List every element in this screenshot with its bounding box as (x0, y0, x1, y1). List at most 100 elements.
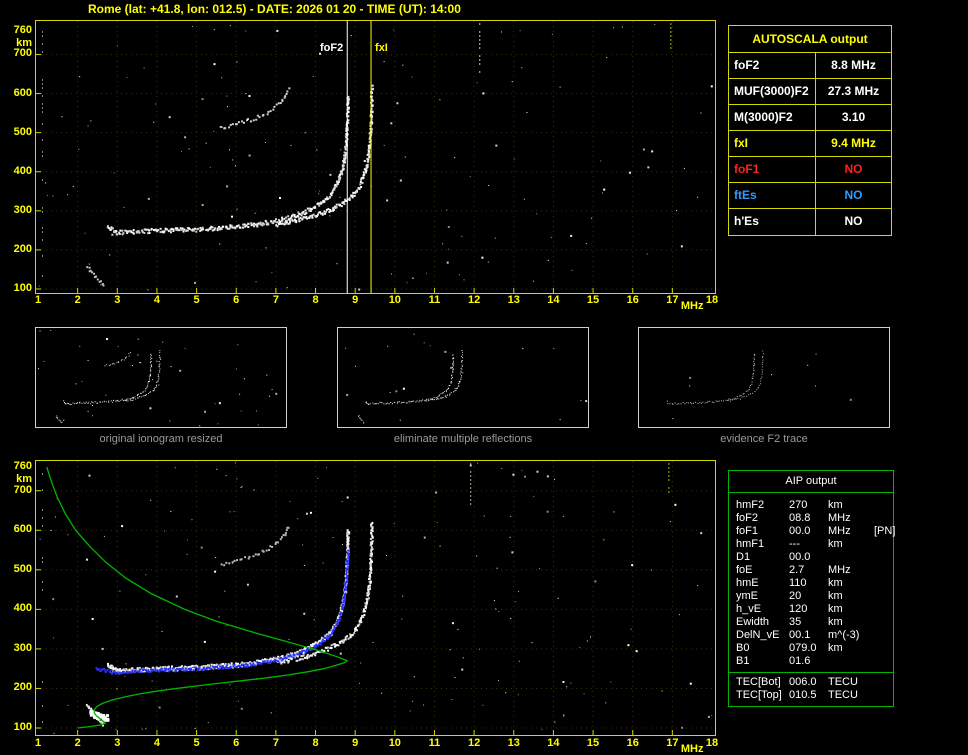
aip-unit: TECU (828, 689, 858, 701)
x-axis-label: 5 (193, 294, 200, 306)
x-axis-label: 10 (388, 294, 401, 306)
aip-note (874, 689, 889, 702)
aip-note: [PN] (874, 525, 896, 537)
autoscala-table-rows: foF2 8.8 MHz MUF(3000)F2 27.3 MHz M(3000)F2 3… (729, 53, 891, 235)
aip-row: foE 2.7 MHz (736, 564, 889, 577)
aip-value: 010.5 (789, 689, 817, 701)
aip-note (874, 564, 889, 577)
aip-unit: km (828, 577, 843, 589)
x-axis-label: 14 (547, 737, 560, 749)
param-value: 3.10 (841, 110, 866, 124)
aip-row: foF1 00.0 MHz [PN] (736, 525, 895, 538)
aip-label: hmE (736, 577, 759, 589)
x-axis-unit-label: MHz (680, 743, 704, 755)
param-name: MUF(3000)F2 (729, 79, 816, 104)
aip-row: h_vE 120 km (736, 603, 889, 616)
param-name: foF1 (729, 157, 816, 182)
aip-row: TEC[Top] 010.5 TECU (736, 689, 889, 702)
x-axis-label: 13 (507, 737, 520, 749)
aip-note (874, 590, 889, 603)
y-axis-label: 400 (13, 602, 32, 615)
marker-label-fxI: fxI (375, 42, 388, 54)
autoscala-table-title: AUTOSCALA output (729, 26, 891, 53)
aip-unit: km (828, 642, 843, 654)
x-axis-label: 7 (272, 294, 279, 306)
aip-unit (828, 655, 874, 668)
y-axis-label: 500 (13, 562, 32, 575)
aip-note (874, 538, 889, 551)
x-axis-label: 8 (312, 737, 319, 749)
marker-label-foF2: foF2 (320, 42, 343, 54)
aip-row: hmF1 --- km (736, 538, 889, 551)
aip-value: 079.0 (789, 642, 817, 654)
x-axis-label: 5 (193, 737, 200, 749)
aip-label: B1 (736, 655, 750, 667)
x-axis-label: 4 (153, 294, 160, 306)
x-axis-label: 11 (428, 737, 441, 749)
aip-unit: km (828, 538, 843, 550)
aip-unit: m^(-3) (828, 629, 860, 641)
param-value: NO (844, 162, 863, 176)
aip-label: hmF1 (736, 538, 765, 550)
x-axis-label: 2 (74, 294, 81, 306)
aip-output-table: AIP output hmF2 270 km foF2 08.8 MHz foF1 00.0 M… (728, 470, 895, 707)
y-axis-unit-label: km (16, 473, 32, 485)
aip-note (874, 642, 889, 655)
aip-value: 00.1 (789, 629, 811, 641)
autoscala-row: ftEs NO (729, 183, 891, 209)
y-axis-label: 700 (13, 47, 32, 60)
aip-row: DelN_vE 00.1 m^(-3) (736, 629, 889, 642)
aip-note (874, 499, 889, 512)
y-axis-label: 760 (13, 460, 32, 472)
autoscala-row: foF1 NO (729, 157, 891, 183)
aip-note (874, 676, 889, 689)
aip-label: foF1 (736, 525, 759, 537)
aip-unit: MHz (828, 525, 851, 537)
param-value: 8.8 MHz (831, 58, 876, 72)
x-axis-unit-label: MHz (680, 300, 704, 312)
y-axis-label: 760 (13, 24, 32, 36)
param-name: M(3000)F2 (729, 105, 816, 130)
y-axis-label: 100 (13, 282, 32, 294)
x-axis-label: 1 (34, 737, 42, 749)
aip-note (874, 655, 889, 668)
param-name: h'Es (729, 209, 816, 235)
x-axis-label: 3 (114, 294, 121, 306)
aip-unit: km (828, 590, 843, 602)
y-axis-label: 400 (13, 164, 32, 177)
x-axis-label: 6 (233, 294, 240, 306)
aip-row: B1 01.6 (736, 655, 889, 668)
thumbnail-original-ionogram (35, 327, 287, 428)
aip-note (874, 629, 889, 642)
thumbnail-caption-original: original ionogram resized (99, 433, 223, 445)
profile-plot (35, 460, 716, 736)
x-axis-label: 14 (547, 294, 560, 306)
aip-label: TEC[Bot] (736, 676, 781, 688)
aip-label: foF2 (736, 512, 759, 524)
x-axis-label: 9 (352, 737, 359, 749)
aip-label: Ewidth (736, 616, 770, 628)
y-axis-label: 200 (13, 681, 32, 694)
autoscala-output-table: AUTOSCALA output foF2 8.8 MHz MUF(3000)F2 2… (728, 25, 892, 236)
aip-unit: TECU (828, 676, 858, 688)
x-axis-label: 16 (626, 294, 639, 306)
y-axis-label: 200 (13, 242, 32, 255)
aip-unit: km (828, 499, 843, 511)
aip-value: --- (789, 538, 800, 550)
aip-value: 006.0 (789, 676, 817, 688)
autoscala-row: M(3000)F2 3.10 (729, 105, 891, 131)
aip-value: 08.8 (789, 512, 811, 524)
autoscala-row: foF2 8.8 MHz (729, 53, 891, 79)
aip-label: ymE (736, 590, 758, 602)
station-date-title: Rome (lat: +41.8, lon: 012.5) - DATE: 20… (88, 2, 461, 16)
x-axis-label: 8 (312, 294, 319, 306)
param-value: NO (844, 188, 863, 202)
ionogram-top-svg: foF2 fxI (36, 21, 715, 293)
aip-value: 01.6 (789, 655, 811, 667)
thumbnail-f2-trace (638, 327, 890, 428)
param-name: ftEs (729, 183, 816, 208)
y-axis-label: 500 (13, 125, 32, 138)
aip-row: hmF2 270 km (736, 499, 889, 512)
aip-row: ymE 20 km (736, 590, 889, 603)
aip-label: foE (736, 564, 753, 576)
